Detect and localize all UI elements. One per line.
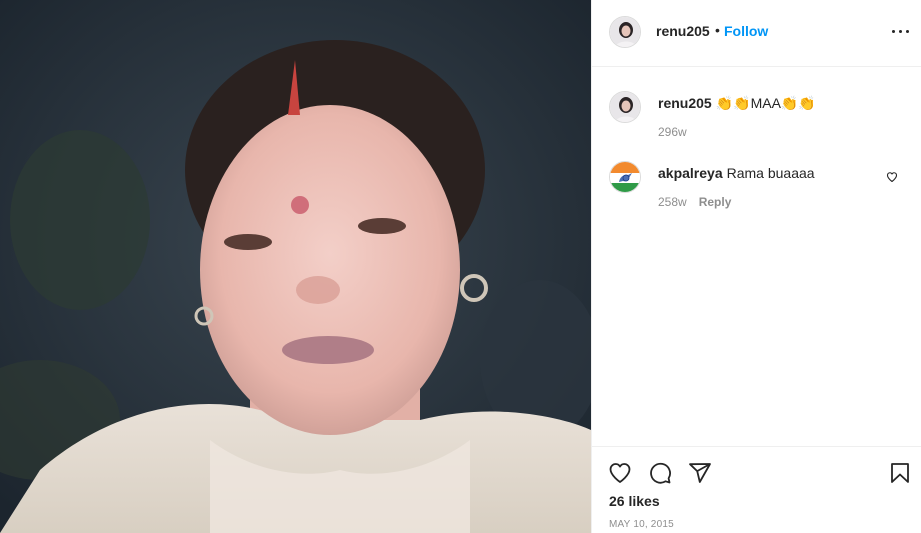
comment-age[interactable]: 296w bbox=[658, 125, 687, 139]
comment-text: Rama buaaaa bbox=[726, 165, 815, 181]
likes-count[interactable]: 26 likes bbox=[609, 493, 660, 509]
more-options-icon[interactable] bbox=[892, 26, 910, 36]
comment-body: akpalreya Rama buaaaa bbox=[658, 165, 815, 181]
header-separator: • bbox=[715, 22, 720, 38]
author-username[interactable]: renu205 bbox=[656, 23, 710, 39]
post-photo-image bbox=[0, 0, 591, 533]
comment-meta: 258w Reply bbox=[658, 195, 731, 209]
comment-text: 👏👏MAA👏👏 bbox=[715, 95, 816, 111]
comment-username[interactable]: renu205 bbox=[658, 95, 712, 111]
author-avatar-image bbox=[610, 17, 640, 47]
post-header: renu205 • Follow bbox=[592, 0, 921, 67]
post-date[interactable]: MAY 10, 2015 bbox=[609, 519, 674, 530]
like-comment-heart-icon[interactable] bbox=[886, 171, 898, 183]
comment-icon[interactable] bbox=[648, 461, 672, 485]
follow-button[interactable]: Follow bbox=[724, 23, 768, 39]
share-icon[interactable] bbox=[688, 461, 712, 485]
post-photo[interactable] bbox=[0, 0, 591, 533]
heart-icon[interactable] bbox=[608, 461, 632, 485]
commenter-avatar-image bbox=[610, 162, 640, 192]
reply-button[interactable]: Reply bbox=[699, 195, 732, 209]
comment-age[interactable]: 258w bbox=[658, 195, 687, 209]
commenter-avatar[interactable] bbox=[609, 161, 641, 193]
bookmark-icon[interactable] bbox=[888, 461, 912, 485]
commenter-avatar[interactable] bbox=[609, 91, 641, 123]
comment-body: renu205 👏👏MAA👏👏 bbox=[658, 95, 816, 112]
commenter-avatar-image bbox=[610, 92, 640, 122]
post-actions: 26 likes MAY 10, 2015 bbox=[592, 446, 921, 533]
comment-meta: 296w bbox=[658, 125, 687, 139]
author-avatar[interactable] bbox=[609, 16, 641, 48]
comment-username[interactable]: akpalreya bbox=[658, 165, 723, 181]
post-side-panel: renu205 • Follow renu205 👏👏MAA👏👏 296w ak… bbox=[591, 0, 921, 533]
